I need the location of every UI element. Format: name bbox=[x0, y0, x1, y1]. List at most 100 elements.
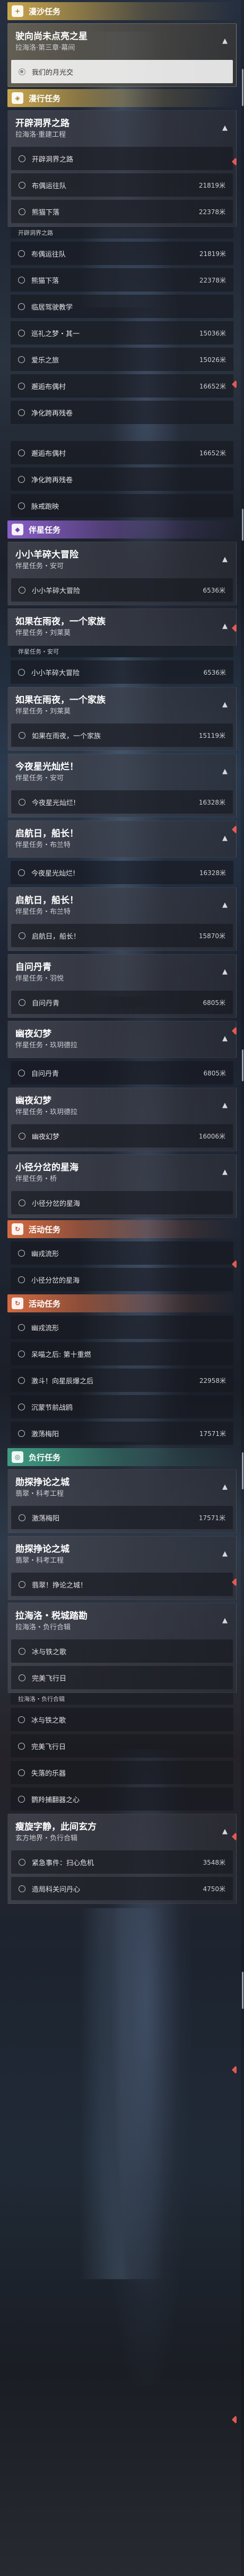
radio-icon[interactable] bbox=[18, 1430, 25, 1437]
chevron-up-icon[interactable]: ▲ bbox=[222, 622, 228, 630]
radio-icon[interactable] bbox=[18, 1769, 25, 1776]
step-row[interactable]: 净化跨再残卷 bbox=[11, 401, 233, 424]
radio-icon[interactable] bbox=[18, 303, 25, 310]
category-header-trail[interactable]: + 漫沙任务 bbox=[7, 2, 237, 20]
scrollbar-thumb[interactable] bbox=[242, 1049, 243, 1081]
step-row[interactable]: 沉蒙节前战鸥 bbox=[11, 1395, 233, 1418]
chevron-up-icon[interactable]: ▲ bbox=[222, 1101, 228, 1109]
mission-card[interactable]: 勋探挣论之城 翡翠・科考工程 ▲ 激荡梅阳 17571米 bbox=[7, 1469, 237, 1533]
step-row[interactable]: 爱乐之旅 15026米 bbox=[11, 348, 233, 371]
scrollbar-thumb[interactable] bbox=[242, 1972, 243, 2009]
radio-icon[interactable] bbox=[18, 1249, 25, 1257]
step-row[interactable]: 小径分岔的星海 bbox=[11, 1191, 233, 1214]
mission-card-header[interactable]: 勋探挣论之城 翡翠・科考工程 ▲ bbox=[8, 1470, 236, 1506]
step-row[interactable]: 今夜星光灿烂! 16328米 bbox=[11, 861, 233, 884]
mission-card-header[interactable]: 幽夜幻梦 伴星任务・玖玥德拉 ▲ bbox=[8, 1088, 236, 1124]
step-row[interactable]: 启航日，船长！ 15870米 bbox=[11, 924, 233, 947]
mission-card-header[interactable]: 拉海洛・税城踏勘 拉海洛・负行合辑 ▲ bbox=[8, 1603, 236, 1639]
step-row[interactable]: 幽夜幻梦 16006米 bbox=[11, 1124, 233, 1148]
radio-icon[interactable] bbox=[18, 869, 25, 876]
radio-icon[interactable] bbox=[18, 1716, 25, 1723]
step-row[interactable]: 完美飞行日 bbox=[11, 1666, 233, 1689]
radio-icon[interactable] bbox=[19, 155, 25, 162]
radio-icon[interactable] bbox=[18, 1403, 25, 1410]
step-row[interactable]: 小小羊碎大冒险 6536米 bbox=[11, 660, 233, 684]
radio-icon[interactable] bbox=[18, 1276, 25, 1283]
chevron-up-icon[interactable]: ▲ bbox=[222, 1828, 228, 1836]
chevron-up-icon[interactable]: ▲ bbox=[222, 834, 228, 842]
step-row[interactable]: 激荡梅阳 17571米 bbox=[11, 1422, 233, 1445]
mission-card[interactable]: 驶向尚未点亮之星 拉海洛·第三章·幕间 ▲ 我们的月光交 bbox=[7, 23, 237, 87]
radio-icon[interactable] bbox=[19, 1885, 25, 1892]
step-row[interactable]: 幽戎流形 bbox=[11, 1316, 233, 1339]
mission-card-header[interactable]: 如果在雨夜，一个家族 伴星任务・刘莱莫 ▲ bbox=[8, 687, 236, 724]
chevron-up-icon[interactable]: ▲ bbox=[222, 901, 228, 909]
scrollbar-thumb[interactable] bbox=[242, 509, 243, 541]
radio-icon[interactable] bbox=[18, 329, 25, 337]
category-header-event[interactable]: ↻ 活动任务 bbox=[7, 1294, 237, 1312]
chevron-up-icon[interactable]: ▲ bbox=[222, 1483, 228, 1491]
radio-icon[interactable] bbox=[18, 356, 25, 363]
radio-icon[interactable] bbox=[18, 250, 25, 257]
step-row[interactable]: 呆喵之后: 第十重燃 bbox=[11, 1342, 233, 1365]
scrollbar[interactable] bbox=[241, 0, 244, 2576]
chevron-up-icon[interactable]: ▲ bbox=[222, 1617, 228, 1625]
mission-card-header[interactable]: 启航日，船长！ 伴星任务・布兰特 ▲ bbox=[8, 821, 236, 857]
radio-icon[interactable] bbox=[19, 1858, 25, 1866]
radio-icon[interactable] bbox=[18, 449, 25, 456]
mission-card-header[interactable]: 幽夜幻梦 伴星任务・玖玥德拉 ▲ bbox=[8, 1021, 236, 1057]
radio-icon[interactable] bbox=[19, 1199, 25, 1206]
radio-icon[interactable] bbox=[19, 208, 25, 215]
mission-card[interactable]: 开辟洞界之路 拉海洛·重建工程 ▲ 开辟洞界之路 布偶运往队 21819米 熊猫下落 2237… bbox=[7, 110, 237, 227]
radio-icon[interactable] bbox=[19, 1647, 25, 1655]
step-row[interactable]: 紧急事件：扫心危机 3548米 bbox=[11, 1850, 233, 1874]
radio-icon[interactable] bbox=[18, 1069, 25, 1077]
step-row[interactable]: 邂逅布偶村 16652米 bbox=[11, 374, 233, 398]
radio-icon[interactable] bbox=[18, 1377, 25, 1384]
radio-icon[interactable] bbox=[19, 68, 25, 75]
mission-card-header[interactable]: 瘦旋字静，此间玄方 玄方地界・负行合辑 ▲ bbox=[8, 1814, 236, 1850]
radio-icon[interactable] bbox=[19, 731, 25, 739]
step-row[interactable]: 熊猫下落 22378米 bbox=[11, 200, 233, 223]
mission-card-header[interactable]: 小小羊碎大冒险 伴星任务・安可 ▲ bbox=[8, 542, 236, 578]
mission-card[interactable]: 勋探挣论之城 翡翠・科考工程 ▲ 翡翠！挣论之城！ bbox=[7, 1536, 237, 1600]
step-row[interactable]: 激斗！向星辰爆之后 22958米 bbox=[11, 1369, 233, 1392]
step-row[interactable]: 失落的乐器 bbox=[11, 1761, 233, 1784]
step-row[interactable]: 净化跨再残卷 bbox=[11, 467, 233, 491]
step-row[interactable]: 翡翠！挣论之城！ bbox=[11, 1573, 233, 1596]
mission-card[interactable]: 小径分岔的星海 伴星任务・桥 ▲ 小径分岔的星海 bbox=[7, 1154, 237, 1218]
radio-icon[interactable] bbox=[18, 1795, 25, 1803]
mission-card-header[interactable]: 驶向尚未点亮之星 拉海洛·第三章·幕间 ▲ bbox=[8, 24, 236, 60]
radio-icon[interactable] bbox=[18, 502, 25, 509]
radio-icon[interactable] bbox=[19, 999, 25, 1006]
radio-icon[interactable] bbox=[18, 1324, 25, 1331]
mission-card[interactable]: 幽夜幻梦 伴星任务・玖玥德拉 ▲ 幽夜幻梦 16006米 bbox=[7, 1088, 237, 1151]
mission-card-header[interactable]: 启航日，船长！ 伴星任务・布兰特 ▲ bbox=[8, 888, 236, 924]
chevron-up-icon[interactable]: ▲ bbox=[222, 1035, 228, 1043]
mission-card[interactable]: 如果在雨夜，一个家族 伴星任务・刘莱莫 ▲ 如果在雨夜，一个家族 15119米 bbox=[7, 687, 237, 751]
step-row[interactable]: 完美飞行日 bbox=[11, 1734, 233, 1758]
category-header-trail[interactable]: ◈ 漫行任务 bbox=[7, 89, 237, 107]
radio-icon[interactable] bbox=[19, 798, 25, 806]
chevron-up-icon[interactable]: ▲ bbox=[222, 1168, 228, 1176]
step-row[interactable]: 冰与铁之歌 bbox=[11, 1639, 233, 1663]
radio-icon[interactable] bbox=[19, 1674, 25, 1681]
mission-card[interactable]: 今夜星光灿烂！ 伴星任务・安可 ▲ 今夜星光灿烂! 16328米 bbox=[7, 754, 237, 817]
step-row[interactable]: 幽戎流形 bbox=[11, 1241, 233, 1265]
radio-icon[interactable] bbox=[18, 382, 25, 390]
mission-card[interactable]: 拉海洛・税城踏勘 拉海洛・负行合辑 ▲ 冰与铁之歌完美飞行日 bbox=[7, 1603, 237, 1693]
radio-icon[interactable] bbox=[18, 276, 25, 284]
mission-card[interactable]: 瘦旋字静，此间玄方 玄方地界・负行合辑 ▲ 紧急事件：扫心危机 3548米 造局科关问丹心… bbox=[7, 1814, 237, 1904]
chevron-up-icon[interactable]: ▲ bbox=[222, 124, 228, 132]
step-row[interactable]: 自问丹青 6805米 bbox=[11, 991, 233, 1014]
radio-icon[interactable] bbox=[18, 668, 25, 676]
radio-icon[interactable] bbox=[19, 1581, 25, 1588]
mission-card-header[interactable]: 开辟洞界之路 拉海洛·重建工程 ▲ bbox=[8, 111, 236, 147]
mission-card-header[interactable]: 如果在雨夜，一个家族 伴星任务・刘莱莫 ▲ bbox=[8, 609, 236, 645]
radio-icon[interactable] bbox=[18, 475, 25, 483]
mission-card[interactable]: 自问丹青 伴星任务・羽悦 ▲ 自问丹青 6805米 bbox=[7, 954, 237, 1018]
step-row[interactable]: 自问丹青 6805米 bbox=[11, 1061, 233, 1084]
step-row[interactable]: 开辟洞界之路 bbox=[11, 147, 233, 170]
chevron-up-icon[interactable]: ▲ bbox=[222, 1550, 228, 1558]
category-header-comp[interactable]: ◆ 伴星任务 bbox=[7, 521, 237, 539]
